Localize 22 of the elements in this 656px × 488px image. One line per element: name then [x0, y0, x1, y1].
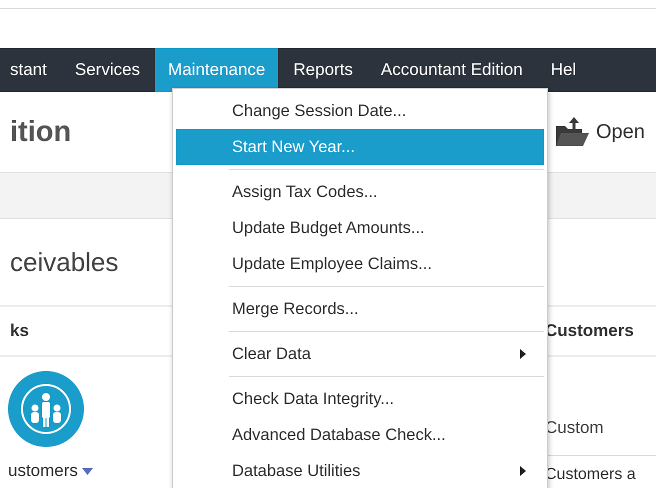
menu-option[interactable]: Update Employee Claims... [176, 246, 544, 282]
menu-option[interactable]: Merge Records... [176, 291, 544, 327]
section-title: ceivables [9, 246, 118, 278]
menu-option[interactable]: Change Session Date... [176, 93, 544, 129]
customers-link[interactable]: ustomers [8, 461, 172, 481]
menu-item[interactable]: Accountant Edition [368, 48, 536, 92]
menu-option[interactable]: Check Data Integrity... [176, 381, 544, 417]
caret-icon [82, 468, 93, 474]
menu-item[interactable]: Hel [538, 48, 590, 92]
open-button[interactable]: Open [548, 116, 645, 148]
folder-icon [554, 116, 590, 148]
menu-option[interactable]: Clear Data [176, 336, 544, 372]
panel-heading: Customers [545, 321, 634, 341]
menu-option[interactable]: Update Budget Amounts... [176, 210, 544, 246]
menu-option[interactable]: Advanced Database Check... [176, 417, 544, 453]
menu-option[interactable]: Database Utilities [176, 453, 544, 488]
panel-heading: ks [9, 321, 29, 341]
menu-item[interactable]: stant [0, 48, 60, 92]
customers-icon[interactable] [8, 371, 84, 447]
page-title: ition [9, 116, 72, 148]
menu-item[interactable]: Reports [280, 48, 366, 92]
menu-item[interactable]: Services [62, 48, 154, 92]
